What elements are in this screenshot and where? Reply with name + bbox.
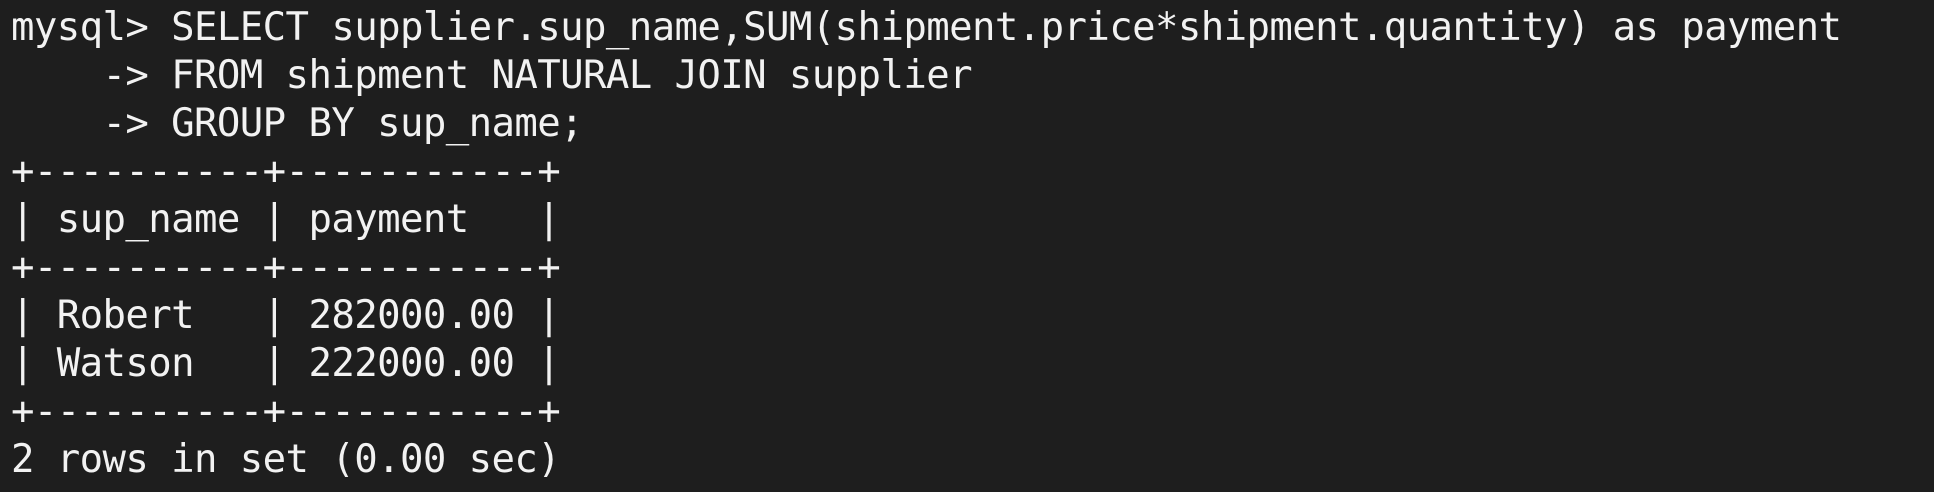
result-status: 2 rows in set (0.00 sec)	[11, 437, 561, 482]
query-line-3: -> GROUP BY sup_name;	[11, 101, 584, 146]
terminal-window[interactable]: mysql> SELECT supplier.sup_name,SUM(ship…	[0, 0, 1934, 492]
table-header-row: | sup_name | payment |	[11, 197, 561, 242]
query-line-2: -> FROM shipment NATURAL JOIN supplier	[11, 53, 973, 98]
table-row-robert: | Robert | 282000.00 |	[11, 293, 561, 338]
query-line-1: mysql> SELECT supplier.sup_name,SUM(ship…	[11, 5, 1842, 50]
table-top-border: +----------+-----------+	[11, 149, 561, 194]
table-bottom-border: +----------+-----------+	[11, 389, 561, 434]
table-header-border: +----------+-----------+	[11, 245, 561, 290]
table-row-watson: | Watson | 222000.00 |	[11, 341, 561, 386]
